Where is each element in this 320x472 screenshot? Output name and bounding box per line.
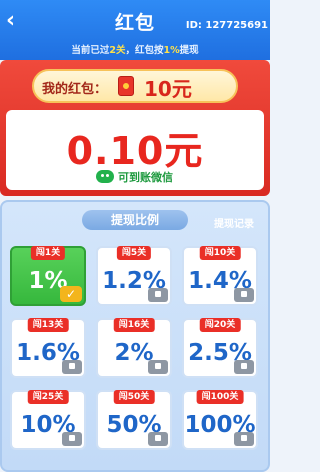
wechat-note-row: 可到账微信 xyxy=(96,166,173,184)
my-redpacket-value: 10元 xyxy=(144,77,192,101)
notice-prefix: 当前已过 xyxy=(71,45,110,56)
lock-icon xyxy=(234,432,254,446)
ratio-title: 提现比例 xyxy=(110,213,159,227)
withdraw-record-link[interactable]: 提现记录 xyxy=(214,215,254,230)
ratio-tile[interactable]: 闯5关 1.2% xyxy=(96,246,172,306)
ratio-tile[interactable]: 闯16关 2% xyxy=(96,318,172,378)
lock-icon xyxy=(62,432,82,446)
notice-level: 2关 xyxy=(109,45,126,56)
ratio-tile[interactable]: 闯100关 100% xyxy=(182,390,258,450)
check-icon: ✓ xyxy=(60,286,82,302)
notice-mid: ，红包按 xyxy=(125,45,164,56)
ratio-tile-level-tag: 闯16关 xyxy=(113,318,155,332)
ratio-tile-level-tag: 闯50关 xyxy=(113,390,155,404)
lock-icon xyxy=(234,360,254,374)
notice-ratio: 1% xyxy=(163,45,180,56)
ratio-tile-level-tag: 闯5关 xyxy=(116,246,152,260)
red-envelope-icon xyxy=(118,76,134,96)
lock-icon xyxy=(148,432,168,446)
level-notice: 当前已过2关，红包按1%提现 xyxy=(0,42,270,56)
ratio-tile-level-tag: 闯100关 xyxy=(196,390,244,404)
user-id: ID: 127725691 xyxy=(185,20,268,31)
lock-icon xyxy=(148,360,168,374)
ratio-tile[interactable]: 闯10关 1.4% xyxy=(182,246,258,306)
ratio-tile[interactable]: 闯13关 1.6% xyxy=(10,318,86,378)
ratio-tile-level-tag: 闯13关 xyxy=(27,318,69,332)
my-redpacket-label: 我的红包： xyxy=(42,82,108,97)
ratio-tile-level-tag: 闯10关 xyxy=(199,246,241,260)
ratio-tile-level-tag: 闯20关 xyxy=(199,318,241,332)
notice-suffix: 提现 xyxy=(179,45,199,56)
ratio-tile[interactable]: 闯20关 2.5% xyxy=(182,318,258,378)
ratio-tile[interactable]: 闯25关 10% xyxy=(10,390,86,450)
wechat-note: 可到账微信 xyxy=(118,170,173,184)
lock-icon xyxy=(62,360,82,374)
wechat-icon xyxy=(96,170,114,183)
lock-icon xyxy=(234,288,254,302)
ratio-tile-level-tag: 闯25关 xyxy=(27,390,69,404)
ratio-tile[interactable]: 闯1关 1% ✓ xyxy=(10,246,86,306)
lock-icon xyxy=(148,288,168,302)
ratio-tile[interactable]: 闯50关 50% xyxy=(96,390,172,450)
ratio-tile-level-tag: 闯1关 xyxy=(30,246,66,260)
